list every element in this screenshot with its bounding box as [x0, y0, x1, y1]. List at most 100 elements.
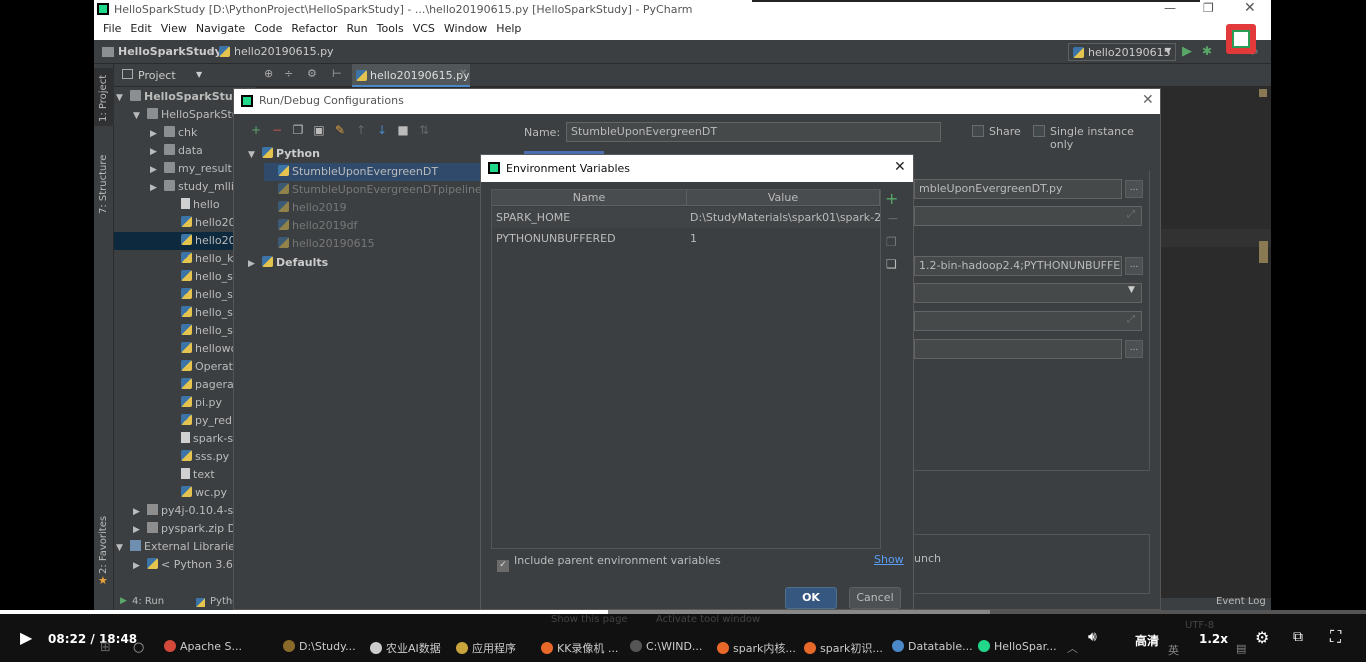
- start-icon[interactable]: ⊞: [100, 640, 111, 655]
- expanded-arrow-icon[interactable]: ▼: [116, 93, 130, 103]
- collapsed-arrow-icon[interactable]: ▶: [133, 507, 147, 517]
- collapsed-arrow-icon[interactable]: ▶: [150, 183, 164, 193]
- menu-navigate[interactable]: Navigate: [196, 22, 245, 35]
- debug-icon[interactable]: ✱: [1202, 44, 1212, 58]
- breadcrumb-project[interactable]: HelloSparkStudy: [118, 45, 222, 58]
- taskbar-item[interactable]: 应用程序: [456, 640, 516, 658]
- taskbar-item[interactable]: C:\WIND...: [630, 640, 702, 658]
- paste-icon[interactable]: ❏: [886, 257, 897, 271]
- play-icon[interactable]: ▶: [20, 628, 32, 647]
- project-view-label[interactable]: Project: [138, 69, 176, 82]
- chevron-down-icon[interactable]: ▼: [196, 70, 202, 79]
- collapsed-arrow-icon[interactable]: ▶: [150, 129, 164, 139]
- name-input[interactable]: StumbleUponEvergreenDT: [566, 122, 941, 142]
- taskbar-item[interactable]: Datatable...: [892, 640, 973, 658]
- ok-button[interactable]: OK: [785, 587, 837, 609]
- table-row[interactable]: PYTHONUNBUFFERED 1: [492, 228, 880, 249]
- editor-tab[interactable]: hello20190615.py ✕: [352, 64, 470, 87]
- close-window-icon[interactable]: ✕: [1244, 0, 1256, 16]
- run-config-selector[interactable]: hello20190615 ▼: [1068, 43, 1176, 61]
- taskbar-item[interactable]: D:\Study...: [283, 640, 356, 658]
- wrench-icon[interactable]: ✎: [332, 123, 348, 137]
- menu-refactor[interactable]: Refactor: [291, 22, 337, 35]
- copy-icon[interactable]: ❐: [290, 123, 306, 137]
- taskbar-item[interactable]: 农业AI数据: [370, 640, 441, 658]
- include-parent-checkbox[interactable]: ✓: [497, 555, 514, 572]
- close-icon[interactable]: ✕: [1142, 92, 1154, 108]
- speed-button[interactable]: 1.2x: [1199, 632, 1228, 646]
- taskbar-item[interactable]: spark内核...: [717, 640, 796, 658]
- column-header-name[interactable]: Name: [492, 190, 687, 206]
- restore-icon[interactable]: ❐: [1203, 1, 1214, 15]
- settings-gear-icon[interactable]: ⚙: [1255, 628, 1269, 647]
- breadcrumb-file[interactable]: hello20190615.py: [234, 45, 334, 58]
- expanded-arrow-icon[interactable]: ▼: [133, 111, 147, 121]
- menu-run[interactable]: Run: [347, 22, 368, 35]
- collapsed-arrow-icon[interactable]: ▶: [248, 259, 262, 269]
- expanded-arrow-icon[interactable]: ▼: [248, 150, 262, 160]
- expanded-arrow-icon[interactable]: ▼: [116, 543, 130, 553]
- copy-icon[interactable]: ❐: [886, 235, 897, 249]
- config-tree-item[interactable]: hello2019: [246, 199, 486, 217]
- menu-window[interactable]: Window: [444, 22, 487, 35]
- config-tree-item[interactable]: ▼ Python: [246, 145, 486, 163]
- move-down-icon[interactable]: ↓: [374, 123, 390, 137]
- recorder-icon[interactable]: [1226, 24, 1256, 54]
- config-tree-item[interactable]: ▶ Defaults: [246, 254, 486, 272]
- remove-icon[interactable]: −: [269, 123, 285, 137]
- collapsed-arrow-icon[interactable]: ▶: [133, 561, 147, 571]
- locate-icon[interactable]: ⊕: [264, 67, 273, 80]
- run-icon[interactable]: ▶: [1182, 44, 1192, 59]
- video-progress-bar[interactable]: [0, 610, 1366, 614]
- tray-up-icon[interactable]: ︿: [1067, 640, 1078, 656]
- show-link[interactable]: Show: [874, 553, 904, 566]
- tool-project-tab[interactable]: 1: Project: [94, 68, 114, 126]
- save-icon[interactable]: ▣: [311, 123, 327, 137]
- taskbar-item[interactable]: HelloSpar...: [978, 640, 1057, 658]
- remove-icon[interactable]: −: [887, 211, 899, 227]
- gear-icon[interactable]: ⚙: [307, 67, 317, 80]
- collapsed-arrow-icon[interactable]: ▶: [150, 147, 164, 157]
- sort-icon[interactable]: ⇅: [416, 123, 432, 137]
- taskbar-item[interactable]: KK录像机 ...: [541, 640, 618, 658]
- menu-file[interactable]: File: [103, 22, 121, 35]
- menu-code[interactable]: Code: [254, 22, 282, 35]
- pip-icon[interactable]: ⧉: [1293, 629, 1303, 645]
- collapsed-arrow-icon[interactable]: ▶: [133, 525, 147, 535]
- menu-edit[interactable]: Edit: [130, 22, 151, 35]
- cancel-button[interactable]: Cancel: [849, 587, 901, 609]
- taskbar-item[interactable]: spark初识...: [804, 640, 883, 658]
- notification-icon[interactable]: ▤: [1236, 642, 1246, 655]
- config-tree-item[interactable]: StumbleUponEvergreenDT: [246, 163, 488, 181]
- config-tree-item[interactable]: StumbleUponEvergreenDTpipeline: [246, 181, 486, 199]
- hide-icon[interactable]: ⊢: [332, 67, 342, 80]
- quality-button[interactable]: 高清: [1135, 632, 1159, 649]
- event-log-label[interactable]: Event Log: [1216, 596, 1266, 607]
- fullscreen-icon[interactable]: ⛶: [1330, 627, 1341, 647]
- add-icon[interactable]: +: [248, 123, 264, 137]
- config-tree-item[interactable]: hello20190615: [246, 235, 486, 253]
- table-row[interactable]: SPARK_HOME D:\StudyMaterials\spark01\spa…: [492, 207, 880, 228]
- collapse-all-icon[interactable]: ÷: [284, 67, 293, 80]
- taskbar-item[interactable]: Apache S...: [164, 640, 242, 658]
- volume-icon[interactable]: 🔊︎: [1088, 629, 1097, 645]
- menu-tools[interactable]: Tools: [377, 22, 404, 35]
- single-instance-checkbox[interactable]: [1033, 125, 1050, 138]
- collapsed-arrow-icon[interactable]: ▶: [150, 165, 164, 175]
- add-icon[interactable]: +: [885, 189, 898, 208]
- tool-favorites-label[interactable]: 2: Favorites: [98, 516, 109, 574]
- folder-icon[interactable]: ■: [395, 123, 411, 137]
- move-up-icon[interactable]: ↑: [353, 123, 369, 137]
- tool-run-label[interactable]: 4: Run: [132, 596, 164, 607]
- column-header-value[interactable]: Value: [687, 190, 880, 206]
- menu-vcs[interactable]: VCS: [413, 22, 435, 35]
- config-tree-item[interactable]: hello2019df: [246, 217, 486, 235]
- tool-structure-label[interactable]: 7: Structure: [98, 155, 109, 214]
- cortana-icon[interactable]: ○: [133, 640, 144, 655]
- close-tab-icon[interactable]: ✕: [459, 68, 467, 79]
- menu-view[interactable]: View: [161, 22, 187, 35]
- close-icon[interactable]: ✕: [894, 159, 906, 175]
- minimize-icon[interactable]: —: [1164, 1, 1176, 15]
- share-checkbox[interactable]: [972, 125, 989, 138]
- menu-help[interactable]: Help: [496, 22, 521, 35]
